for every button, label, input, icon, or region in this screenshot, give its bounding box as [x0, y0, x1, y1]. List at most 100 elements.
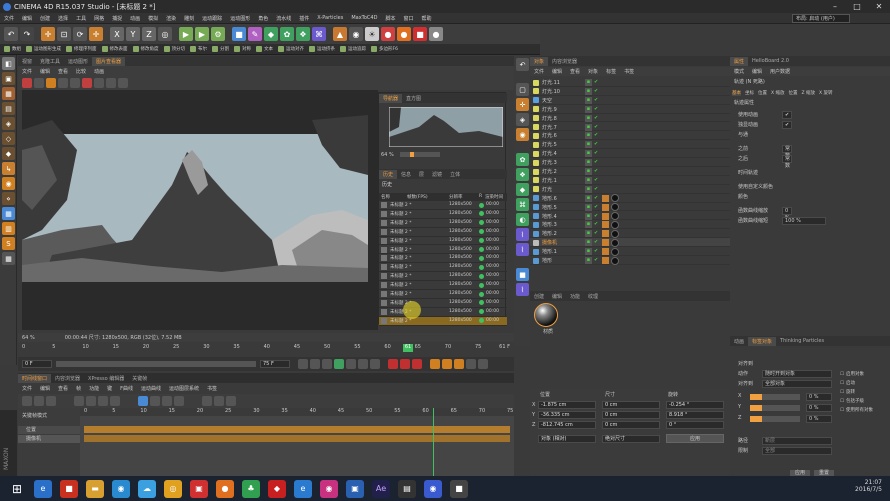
pos-y-field[interactable]: -36.335 cm [538, 411, 596, 419]
tl-key-4-icon[interactable] [110, 396, 120, 406]
material-tag-icon[interactable] [611, 238, 619, 247]
grid-icon[interactable]: ▦ [2, 252, 15, 265]
menu-item[interactable]: 运动图形 [230, 15, 250, 22]
rot-h-field[interactable]: -0.254 ° [666, 401, 724, 409]
lower-attribute-tab[interactable]: 动画 [730, 337, 748, 346]
z-axis-icon[interactable]: Z [142, 27, 156, 41]
app-orange-icon[interactable]: ● [216, 479, 234, 498]
rot-b-field[interactable]: 0 ° [666, 421, 724, 429]
viewer-menu-item[interactable]: 动画 [94, 68, 104, 75]
plugin-button[interactable]: 顶分切 [163, 46, 185, 52]
lower-attribute-tab[interactable]: 标签对象 [748, 336, 777, 346]
plugin-button[interactable]: 多边形F6 [371, 46, 398, 52]
playhead-line[interactable] [433, 408, 434, 476]
enabled-check-icon[interactable]: ✔ [594, 221, 598, 227]
undo-view-icon[interactable]: ↶ [516, 58, 529, 71]
strip-13-icon[interactable]: ⌇ [516, 283, 529, 296]
attribute-row[interactable]: 函数曲线缩放 0 % [730, 206, 890, 221]
coord-mode-select[interactable]: 对象 (相对) [538, 435, 596, 443]
region-icon[interactable] [58, 78, 68, 88]
visibility-toggle[interactable]: ▪ [585, 239, 592, 247]
scale-icon[interactable]: ⊡ [57, 27, 71, 41]
tl-tool-2-icon[interactable] [34, 396, 44, 406]
object-manager-tab[interactable]: 内容浏览器 [548, 57, 581, 66]
axis-value[interactable]: 0 % [806, 415, 832, 423]
visibility-toggle[interactable]: ▪ [585, 114, 592, 122]
render-icon[interactable]: ▶ [195, 27, 209, 41]
object-menu-item[interactable]: 标签 [606, 68, 616, 75]
x-axis-icon[interactable]: X [110, 27, 124, 41]
enabled-check-icon[interactable]: ✔ [594, 257, 598, 263]
history-row[interactable]: 未标题 2 * 1280x500 00:00 [379, 246, 507, 255]
menu-item[interactable]: 帮助 [421, 15, 431, 22]
scene-icon[interactable]: ▲ [333, 27, 347, 41]
live-select-icon[interactable]: ✛ [89, 27, 103, 41]
strip-5-icon[interactable]: ✿ [516, 153, 529, 166]
clock[interactable]: 21:07 2016/7/5 [855, 479, 882, 493]
next-frame-icon[interactable] [346, 359, 356, 369]
material-tag-icon[interactable] [611, 256, 619, 265]
rendered-image-viewport[interactable] [22, 90, 378, 330]
enabled-check-icon[interactable]: ✔ [594, 204, 598, 210]
visibility-toggle[interactable]: ▪ [585, 203, 592, 211]
attribute-row[interactable]: 使用自定义颜色 [730, 182, 890, 192]
app-blue2-icon[interactable]: ▣ [346, 479, 364, 498]
visibility-toggle[interactable]: ▪ [585, 212, 592, 220]
pos-z-field[interactable]: -812.745 cm [538, 421, 596, 429]
edge-icon[interactable]: e [294, 479, 312, 498]
visibility-toggle[interactable]: ▪ [585, 257, 592, 264]
menu-item[interactable]: 渲染 [166, 15, 176, 22]
visibility-toggle[interactable]: ▪ [585, 168, 592, 175]
material-tag-icon[interactable] [611, 212, 619, 220]
attribute-value[interactable]: 0 % [782, 207, 792, 221]
lower-bottom-row[interactable]: 路径 新层 [730, 436, 890, 446]
material-menu-item[interactable]: 纹理 [584, 292, 602, 301]
world-icon[interactable]: ◎ [158, 27, 172, 41]
plugin-button[interactable]: 布尔 [190, 46, 207, 52]
lower-attribute-tab[interactable]: Thinking Particles [776, 337, 828, 345]
app-blue-icon[interactable]: ◉ [112, 479, 130, 498]
attribute-menu-item[interactable]: 模式 [734, 68, 744, 75]
stop-icon[interactable] [22, 78, 32, 88]
menu-item[interactable]: MaxToC4D [351, 15, 377, 21]
attribute-value[interactable]: 常数 [782, 155, 792, 169]
rot-key-icon[interactable] [442, 359, 452, 369]
viewer-menu-item[interactable]: 查看 [58, 68, 68, 75]
polygon-mode-icon[interactable]: ◆ [2, 147, 15, 160]
attribute-row[interactable]: 之前 常数 [730, 144, 890, 159]
model-mode-icon[interactable]: ▣ [2, 72, 15, 85]
attribute-value[interactable]: ✔ [782, 121, 792, 129]
menu-item[interactable]: 编辑 [22, 15, 32, 22]
viewport-tab[interactable]: 图片查看器 [92, 56, 126, 66]
param-key-icon[interactable] [466, 359, 476, 369]
plugin-button[interactable]: 数组 [4, 46, 21, 52]
layer-icon[interactable]: ▥ [2, 222, 15, 235]
timeline-tab[interactable]: 关键帧 [128, 374, 151, 383]
tag-icon[interactable] [602, 212, 609, 220]
history-row[interactable]: 未标题 2 * 1280x500 00:00 [379, 210, 507, 219]
menu-item[interactable]: 动画 [130, 15, 140, 22]
visibility-toggle[interactable]: ▪ [585, 105, 592, 113]
plugin-button[interactable]: 分割 [212, 46, 229, 52]
history-row[interactable]: 未标题 2 * 1280x500 00:00 [379, 316, 507, 326]
deform-icon[interactable]: ⌘ [312, 27, 326, 41]
enabled-check-icon[interactable]: ✔ [594, 195, 598, 201]
start-icon[interactable]: ⊞ [8, 480, 26, 498]
material-swatch[interactable]: 材质 [534, 303, 562, 335]
lower-attribute-value[interactable]: 随时开到对象 [762, 370, 832, 378]
history-row[interactable]: 未标题 2 * 1280x500 00:00 [379, 254, 507, 264]
attribute-row[interactable]: 函数曲线缩短 100 % [730, 216, 890, 226]
compare-icon[interactable] [70, 78, 80, 88]
menu-item[interactable]: 捕捉 [112, 15, 122, 22]
tag-icon[interactable] [602, 221, 609, 229]
y-axis-icon[interactable]: Y [126, 27, 140, 41]
tag-icon[interactable] [602, 230, 609, 238]
enabled-check-icon[interactable]: ✔ [594, 230, 598, 236]
timeline-menu-item[interactable]: F曲线 [120, 385, 133, 392]
attribute-menu-item[interactable]: 编辑 [752, 68, 762, 75]
axis-mode-icon[interactable]: ↳ [2, 162, 15, 175]
enabled-check-icon[interactable]: ✔ [594, 132, 598, 138]
rot-p-field[interactable]: 8.918 ° [666, 411, 724, 419]
object-row[interactable]: 摄像机 ▪ ✔ [530, 238, 730, 248]
app-dark2-icon[interactable]: ■ [450, 479, 468, 498]
